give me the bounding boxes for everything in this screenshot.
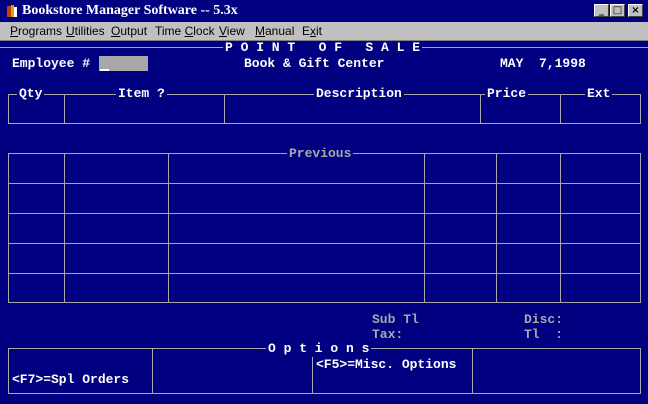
subtotal-label: Sub Tl [372,312,419,327]
menu-bar: Programs Utilities Output Time Clock Vie… [0,22,648,41]
discount-label: Disc: [524,312,564,327]
menu-output[interactable]: Output [111,24,147,39]
close-button[interactable]: × [628,4,643,17]
app-book-icon [7,5,17,17]
option-special-orders[interactable]: <F7>=Spl Orders [12,372,129,388]
column-ext: Ext [585,86,613,102]
menu-accelerator: V [219,24,227,38]
window-title: Bookstore Manager Software -- 5.3x [22,3,238,18]
menu-exit[interactable]: Exit [302,24,322,39]
previous-label: Previous [287,146,354,162]
store-name: Book & Gift Center [244,56,385,71]
menu-accelerator: P [10,24,19,38]
menu-time-clock[interactable]: Time Clock [155,24,215,39]
sale-date: MAY 7,1998 [500,56,586,71]
text-cursor [100,69,109,71]
menu-accelerator: U [66,24,75,38]
column-qty: Qty [17,86,45,102]
options-title: O p t i o n s [266,341,372,357]
menu-view[interactable]: View [219,24,245,39]
minimize-button[interactable]: _ [594,4,609,17]
menu-accelerator: x [310,24,317,38]
total-label: Tl : [524,327,564,342]
app-window: Bookstore Manager Software -- 5.3x _ □ ×… [0,0,648,404]
pos-screen: P O I N T O F S A L E Employee # Book & … [0,41,648,404]
menu-accelerator: C [184,24,194,38]
menu-utilities[interactable]: Utilities [66,24,105,39]
pos-title: P O I N T O F S A L E [223,41,423,56]
employee-label: Employee # [12,56,91,71]
option-misc-options[interactable]: <F5>=Misc. Options [316,357,456,373]
column-description: Description [314,86,404,102]
column-price: Price [485,86,529,102]
menu-accelerator: O [111,24,121,38]
title-bar[interactable]: Bookstore Manager Software -- 5.3x _ □ × [0,0,648,22]
maximize-button[interactable]: □ [610,4,625,17]
menu-programs[interactable]: Programs [10,24,62,39]
column-item: Item ? [116,86,167,102]
tax-label: Tax: [372,327,404,342]
menu-manual[interactable]: Manual [255,24,294,39]
menu-accelerator: M [255,24,265,38]
